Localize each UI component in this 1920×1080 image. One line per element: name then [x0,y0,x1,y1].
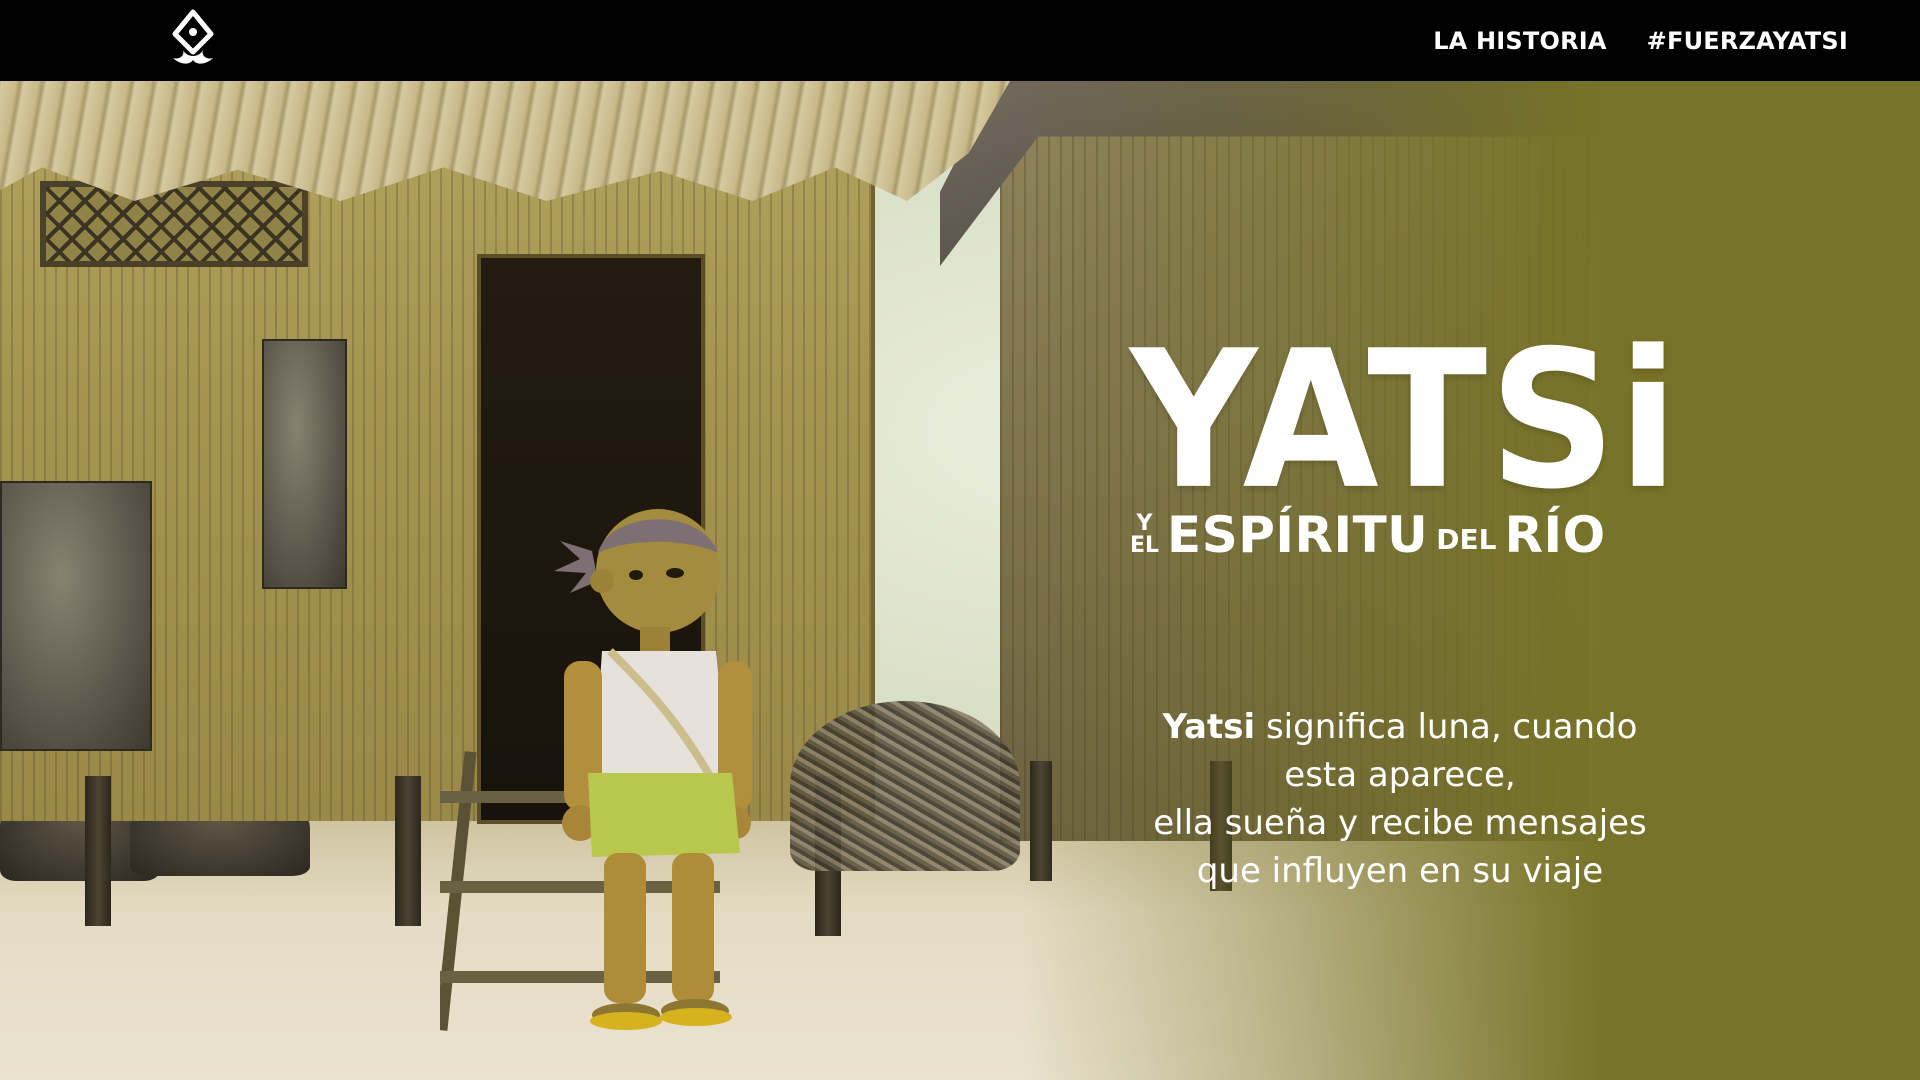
hut-stilt [85,776,111,926]
description-line-2: esta aparece, [1284,755,1516,795]
main-nav: LA HISTORIA #FUERZAYATSI [1433,0,1848,81]
yatsi-character-figure [554,509,752,1030]
nav-link-la-historia[interactable]: LA HISTORIA [1433,27,1606,55]
diamond-flame-logo-icon[interactable] [163,8,223,72]
hero-section: YATSi Y EL ESPÍRITU DEL RÍO Yatsi signif… [0,81,1920,1080]
description-line-3: ella sueña y recibe mensajes [1153,803,1647,843]
metal-patch [262,339,347,589]
metal-patch [0,481,152,751]
hut-stilt [395,776,421,926]
lattice-window [40,181,308,267]
subtitle-el: EL [1130,533,1160,558]
hero-description: Yatsi significa luna, cuando esta aparec… [1130,703,1670,895]
description-line-1: Yatsi significa luna, cuando [1130,703,1670,751]
hero-title: YATSi [1130,309,1681,532]
debris-pile [790,701,1020,871]
nav-link-fuerzayatsi[interactable]: #FUERZAYATSI [1647,27,1848,55]
description-line-4: que influyen en su viaje [1196,851,1604,891]
description-bold-yatsi: Yatsi [1162,707,1256,747]
description-line-1-rest: significa luna, cuando [1255,707,1638,747]
brand-logotype: YATSi Y EL ESPÍRITU DEL RÍO [1130,309,1681,564]
olive-gradient-panel [1020,81,1920,1080]
top-navigation-bar: LA HISTORIA #FUERZAYATSI [0,0,1920,81]
